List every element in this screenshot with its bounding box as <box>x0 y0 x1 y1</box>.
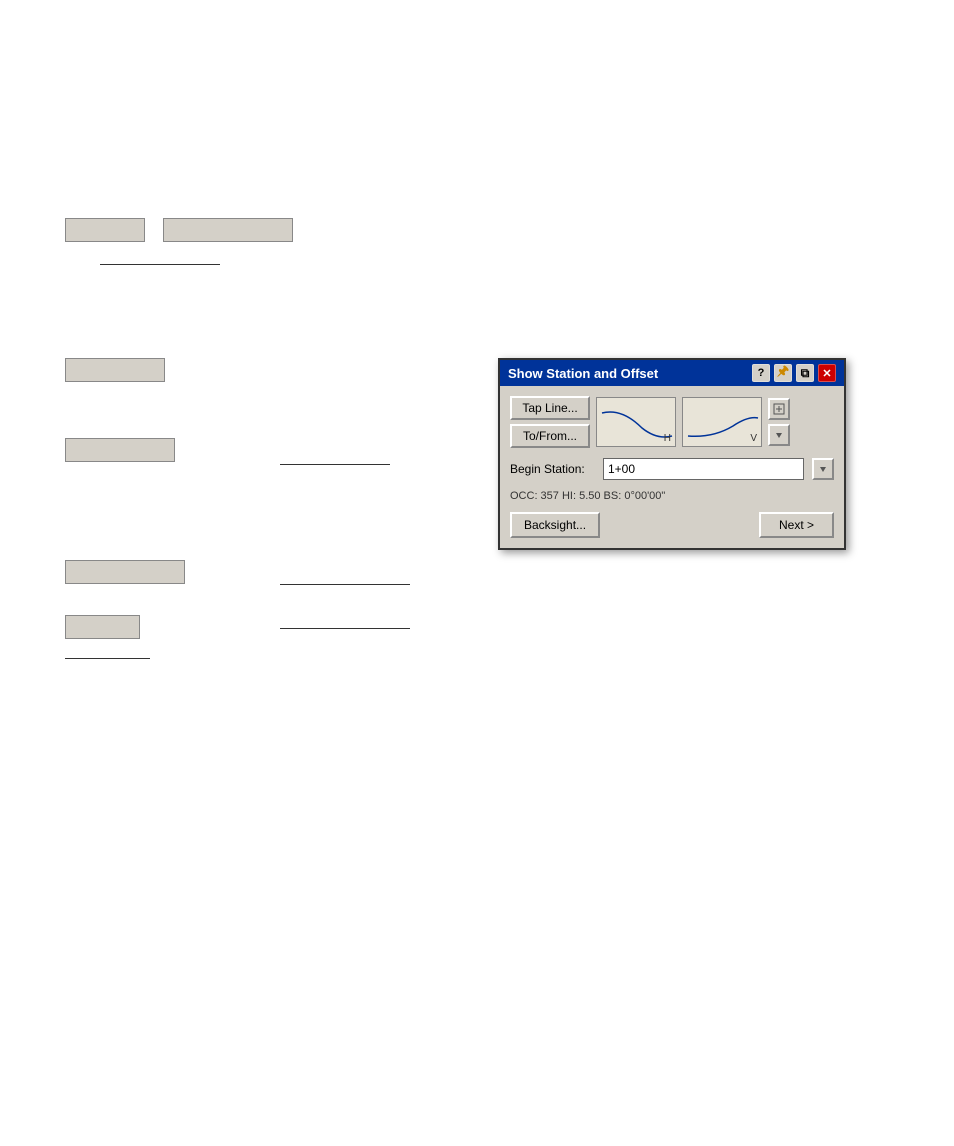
h-diagram-label: H <box>664 433 671 444</box>
expand-diagram-button[interactable] <box>768 398 790 420</box>
to-from-button[interactable]: To/From... <box>510 424 590 448</box>
bg-button-2[interactable] <box>163 218 293 242</box>
close-icon[interactable]: ✕ <box>818 364 836 382</box>
v-diagram-label: V <box>750 433 757 444</box>
bg-underline-5 <box>65 658 150 659</box>
show-station-offset-dialog: Show Station and Offset ? 🖈 ⧉ ✕ Tap Line… <box>498 358 846 550</box>
station-input[interactable] <box>603 458 804 480</box>
station-label: Begin Station: <box>510 462 595 476</box>
copy-icon[interactable]: ⧉ <box>796 364 814 382</box>
tap-line-button[interactable]: Tap Line... <box>510 396 590 420</box>
bg-button-4[interactable] <box>65 438 175 462</box>
dialog-top-row: Tap Line... To/From... H V <box>510 396 834 448</box>
bg-underline-3 <box>280 584 410 585</box>
diagram-dropdown-button[interactable] <box>768 424 790 446</box>
bg-underline-1 <box>100 264 220 265</box>
bg-button-6[interactable] <box>65 615 140 639</box>
bg-button-1[interactable] <box>65 218 145 242</box>
pin-icon[interactable]: 🖈 <box>774 364 792 382</box>
bg-button-5[interactable] <box>65 560 185 584</box>
dialog-bottom-row: Backsight... Next > <box>510 512 834 538</box>
bg-underline-2 <box>280 464 390 465</box>
station-dropdown-button[interactable] <box>812 458 834 480</box>
backsight-button[interactable]: Backsight... <box>510 512 600 538</box>
bg-underline-4 <box>280 628 410 629</box>
station-row: Begin Station: <box>510 458 834 480</box>
h-diagram: H <box>596 397 676 447</box>
v-diagram: V <box>682 397 762 447</box>
bg-button-3[interactable] <box>65 358 165 382</box>
dialog-titlebar: Show Station and Offset ? 🖈 ⧉ ✕ <box>500 360 844 386</box>
help-icon[interactable]: ? <box>752 364 770 382</box>
dialog-title: Show Station and Offset <box>508 366 752 381</box>
occ-info: OCC: 357 HI: 5.50 BS: 0°00'00" <box>510 488 834 504</box>
next-button[interactable]: Next > <box>759 512 834 538</box>
